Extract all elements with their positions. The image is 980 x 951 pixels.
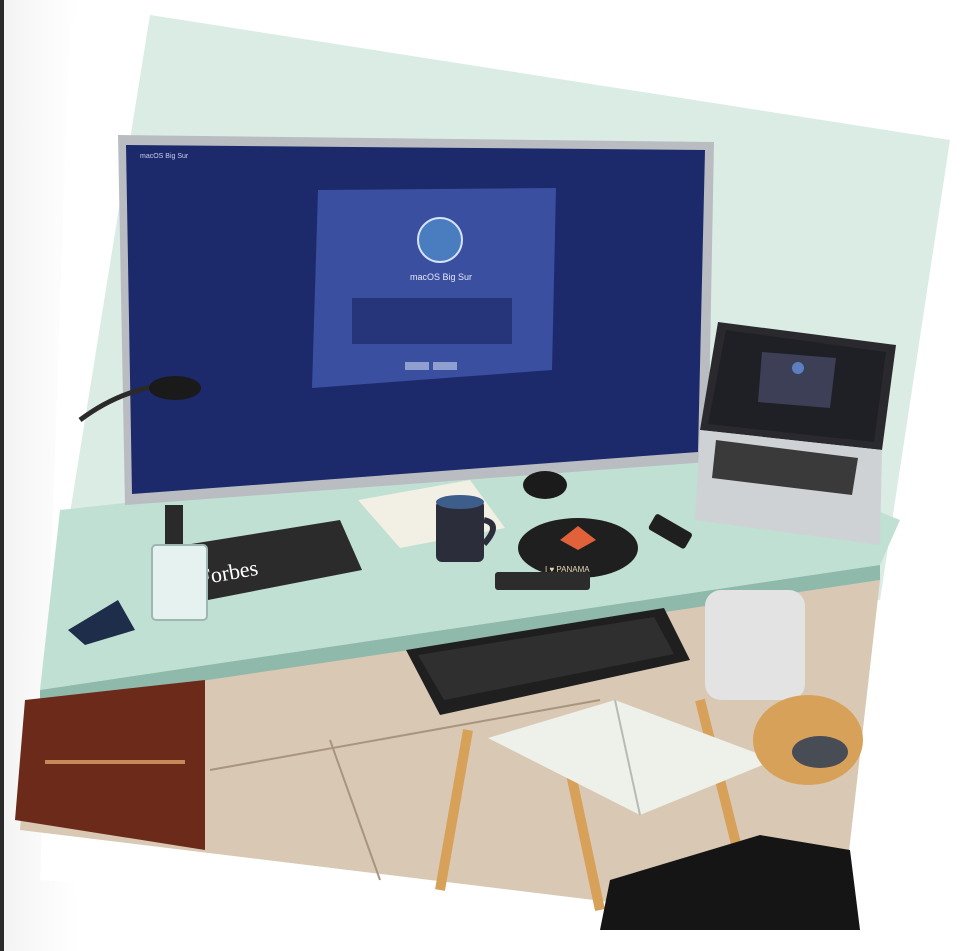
monitor-stand [165, 505, 183, 545]
drawer-cabinet [15, 680, 205, 850]
laptop [695, 322, 896, 545]
water-glass [151, 544, 208, 621]
second-mouse [792, 736, 848, 768]
mousepad: I ♥ PANAMA [518, 518, 638, 578]
installer-title: macOS Big Sur [410, 272, 472, 282]
monitor-menubar-text: macOS Big Sur [140, 153, 189, 160]
photo-area: macOS Big Sur macOS Big Sur Forbes I ♥ P… [15, 15, 950, 930]
laptop-globe-icon [792, 362, 804, 374]
drawer-handle [45, 760, 185, 764]
installer-textbox [352, 298, 512, 344]
installer-button [405, 362, 429, 370]
tv-remote [495, 572, 590, 590]
mouse [523, 471, 567, 499]
desk-lamp-head [149, 376, 201, 400]
installer-button [433, 362, 457, 370]
laptop-dialog [758, 352, 836, 408]
trash-can [705, 590, 805, 700]
desk-photo: macOS Big Sur macOS Big Sur Forbes I ♥ P… [15, 15, 980, 951]
